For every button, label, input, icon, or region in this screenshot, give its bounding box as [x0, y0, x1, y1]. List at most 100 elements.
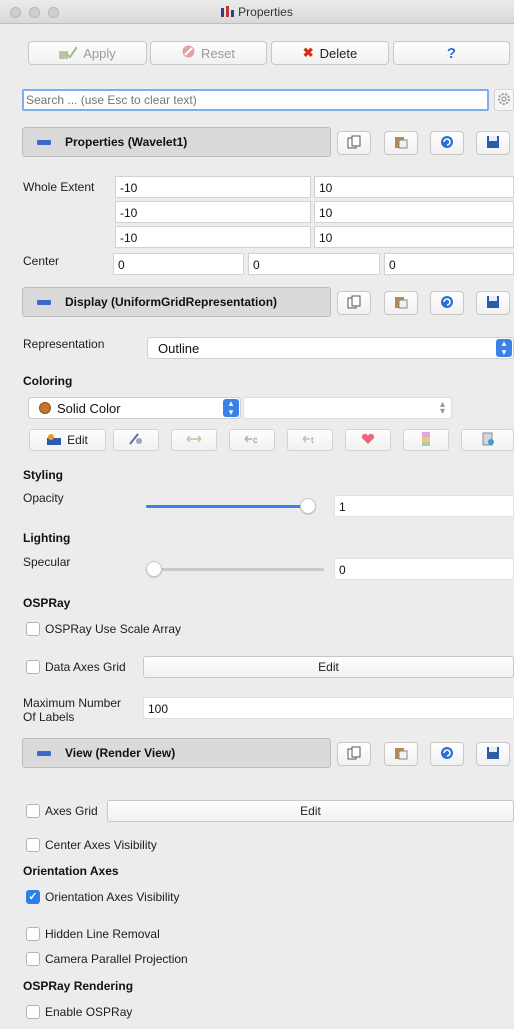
refresh-icon: [440, 746, 454, 763]
paste-display-button[interactable]: [384, 291, 418, 315]
svg-text:c: c: [253, 435, 258, 445]
opacity-slider-knob[interactable]: [300, 498, 316, 514]
center-label: Center: [23, 254, 60, 268]
help-icon: ?: [446, 44, 457, 62]
representation-dropdown[interactable]: Outline ▴ ▾: [147, 337, 514, 359]
save-icon: [486, 295, 500, 312]
orientation-axes-visibility-checkbox[interactable]: ✓: [26, 890, 40, 904]
restore-defaults-button[interactable]: [430, 131, 464, 155]
display-section-header[interactable]: Display (UniformGridRepresentation): [22, 287, 331, 317]
opacity-slider[interactable]: [146, 498, 316, 514]
help-button[interactable]: ?: [393, 41, 510, 65]
paste-icon: [394, 295, 408, 312]
axes-grid-label: Axes Grid: [45, 804, 98, 818]
edit-color-legend-button[interactable]: [403, 429, 449, 451]
center-z-field[interactable]: 0: [384, 253, 514, 275]
gear-icon: [497, 92, 511, 109]
apply-icon: [59, 45, 79, 62]
whole-extent-z-max[interactable]: 10: [314, 226, 514, 248]
coloring-dropdown[interactable]: Solid Color ▴ ▾: [28, 397, 241, 419]
save-display-defaults-button[interactable]: [476, 291, 510, 315]
paste-properties-button[interactable]: [384, 131, 418, 155]
camera-parallel-projection-checkbox[interactable]: [26, 952, 40, 966]
save-icon: [486, 746, 500, 763]
whole-extent-x-min[interactable]: -10: [115, 176, 311, 198]
apply-button[interactable]: Apply: [28, 41, 147, 65]
center-y-field[interactable]: 0: [248, 253, 380, 275]
properties-section-header[interactable]: Properties (Wavelet1): [22, 127, 331, 157]
save-icon: [486, 135, 500, 152]
whole-extent-x-max[interactable]: 10: [314, 176, 514, 198]
svg-text:t: t: [311, 435, 314, 445]
view-section-header[interactable]: View (Render View): [22, 738, 331, 768]
rescale-custom-button[interactable]: c: [229, 429, 275, 451]
center-axes-visibility-checkbox[interactable]: [26, 838, 40, 852]
max-labels-label-line2: Of Labels: [23, 710, 75, 724]
whole-extent-y-max[interactable]: 10: [314, 201, 514, 223]
whole-extent-y-min[interactable]: -10: [115, 201, 311, 223]
rescale-range-button[interactable]: [171, 429, 217, 451]
heart-legend-icon: [361, 433, 375, 448]
color-map-icon: [47, 433, 62, 448]
ospray-rendering-section-title: OSPRay Rendering: [23, 979, 134, 993]
restore-view-defaults-button[interactable]: [430, 742, 464, 766]
center-x-field[interactable]: 0: [113, 253, 244, 275]
copy-display-button[interactable]: [337, 291, 371, 315]
delete-button[interactable]: ✖ Delete: [271, 41, 389, 65]
copy-view-button[interactable]: [337, 742, 371, 766]
lighting-section-title: Lighting: [23, 531, 71, 545]
delete-x-icon: ✖: [302, 45, 314, 60]
paste-view-button[interactable]: [384, 742, 418, 766]
refresh-icon: [440, 295, 454, 312]
hidden-line-removal-checkbox[interactable]: [26, 927, 40, 941]
restore-display-defaults-button[interactable]: [430, 291, 464, 315]
dropdown-arrows-icon: ▴ ▾: [223, 399, 239, 417]
save-view-defaults-button[interactable]: [476, 742, 510, 766]
collapse-icon: [37, 750, 51, 756]
specular-slider-knob[interactable]: [146, 561, 162, 577]
rescale-temporal-button[interactable]: t: [287, 429, 333, 451]
rescale-icon: [186, 433, 202, 448]
advanced-settings-button[interactable]: [494, 89, 514, 111]
dropdown-arrows-icon: ▴ ▾: [439, 399, 445, 417]
specular-slider[interactable]: [146, 561, 324, 577]
specular-value-field[interactable]: 0: [334, 558, 514, 580]
data-axes-grid-checkbox[interactable]: [26, 660, 40, 674]
enable-ospray-checkbox[interactable]: [26, 1005, 40, 1019]
save-defaults-button[interactable]: [476, 131, 510, 155]
data-axes-grid-edit-button[interactable]: Edit: [143, 656, 514, 678]
max-labels-field[interactable]: 100: [143, 697, 514, 719]
color-component-dropdown[interactable]: ▴ ▾: [243, 397, 452, 419]
max-labels-label-line1: Maximum Number: [23, 696, 122, 710]
properties-icon: [221, 6, 235, 20]
remove-unused-colormaps-button[interactable]: [461, 429, 514, 451]
center-axes-visibility-label: Center Axes Visibility: [45, 838, 157, 852]
ospray-scale-array-checkbox[interactable]: [26, 622, 40, 636]
specular-label: Specular: [23, 555, 71, 569]
paste-icon: [394, 135, 408, 152]
copy-icon: [347, 135, 361, 152]
collapse-icon: [37, 139, 51, 145]
paste-icon: [394, 746, 408, 763]
opacity-value-field[interactable]: 1: [334, 495, 514, 517]
refresh-icon: [440, 135, 454, 152]
hidden-line-removal-label: Hidden Line Removal: [45, 927, 160, 941]
rescale-custom-icon: c: [244, 433, 260, 448]
rescale-time-icon: t: [302, 433, 318, 448]
show-color-legend-button[interactable]: [345, 429, 391, 451]
copy-properties-button[interactable]: [337, 131, 371, 155]
axes-grid-checkbox[interactable]: [26, 804, 40, 818]
search-input[interactable]: [22, 89, 489, 111]
edit-color-map-button[interactable]: Edit: [29, 429, 106, 451]
whole-extent-label: Whole Extent: [23, 180, 95, 194]
whole-extent-z-min[interactable]: -10: [115, 226, 311, 248]
axes-grid-edit-button[interactable]: Edit: [107, 800, 514, 822]
solid-color-swatch-icon: [39, 402, 51, 414]
choose-preset-button[interactable]: [113, 429, 159, 451]
window-title: Properties: [0, 5, 514, 20]
reset-button[interactable]: Reset: [150, 41, 267, 65]
dropdown-arrows-icon: ▴ ▾: [496, 339, 512, 357]
palette-brush-icon: [128, 432, 144, 449]
data-axes-grid-label: Data Axes Grid: [45, 660, 126, 674]
orientation-axes-section-title: Orientation Axes: [23, 864, 119, 878]
